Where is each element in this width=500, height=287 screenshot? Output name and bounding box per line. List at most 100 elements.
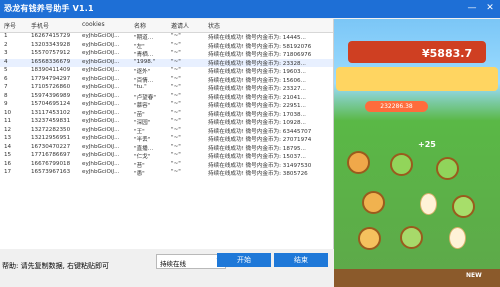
cell-cookies: eyJhbGciOiJ... — [82, 126, 120, 133]
cell-phone: 16267415729 — [31, 33, 71, 39]
cell-index: 15 — [4, 152, 12, 158]
table-row[interactable]: 1 16267415729 eyJhbGciOiJ... "期道... "~" … — [0, 33, 333, 42]
dinosaur-icon — [436, 157, 459, 180]
mode-select[interactable]: 持续在线 ▼ — [156, 254, 226, 269]
start-button[interactable]: 开始 — [217, 253, 271, 267]
cell-cookies: eyJhbGciOiJ... — [82, 160, 120, 167]
footer-controls: 帮助: 请先复制数据, 右键粘贴即可 持续在线 ▼ 开始 结束 — [0, 249, 333, 287]
cell-name: "慕容" — [134, 103, 151, 109]
cell-index: 4 — [4, 58, 8, 65]
table-row[interactable]: 2 13203343928 eyJhbGciOiJ... "左" "~" 持续在… — [0, 42, 333, 51]
cell-name: "仁戈" — [134, 154, 151, 160]
table-row[interactable]: 16 16676799018 eyJhbGciOiJ... "苔" "~" 持续… — [0, 161, 333, 170]
cell-name: "青栖... — [134, 52, 154, 58]
cell-status: 持续在线成功! 微号内金币为: 19603... — [208, 69, 306, 75]
cell-name: "半丢" — [134, 137, 151, 143]
minimize-button[interactable]: — — [464, 1, 480, 16]
help-text: 帮助: 请先复制数据, 右键粘贴即可 — [2, 262, 110, 270]
cell-cookies: eyJhbGciOiJ... — [82, 67, 120, 73]
cell-cookies: eyJhbGciOiJ... — [82, 50, 120, 56]
cell-name: "愚" — [134, 171, 145, 177]
cell-name: "1998." — [134, 58, 156, 65]
cell-inviter: "~" — [171, 143, 181, 150]
cell-cookies: eyJhbGciOiJ... — [82, 118, 120, 124]
cell-index: 6 — [4, 75, 8, 82]
column-header-phone: 手机号 — [31, 23, 50, 30]
table-row[interactable]: 9 15704695124 eyJhbGciOiJ... "慕容" "~" 持续… — [0, 101, 333, 110]
cell-index: 3 — [4, 50, 8, 56]
table-row[interactable]: 10 13117453102 eyJhbGciOiJ... "苗" "~" 持续… — [0, 110, 333, 119]
cell-index: 2 — [4, 41, 8, 48]
cell-index: 13 — [4, 135, 12, 141]
cell-inviter: "~" — [171, 118, 181, 124]
cell-name: "百情... — [134, 77, 154, 84]
table-body: 1 16267415729 eyJhbGciOiJ... "期道... "~" … — [0, 33, 333, 178]
cell-phone: 13117453102 — [31, 109, 71, 116]
cell-index: 8 — [4, 92, 8, 99]
table-row[interactable]: 8 15974396989 eyJhbGciOiJ... "卢望春" "~" 持… — [0, 93, 333, 102]
column-header-inviter: 邀请人 — [171, 23, 190, 30]
cell-index: 5 — [4, 67, 8, 73]
cell-inviter: "~" — [171, 84, 181, 90]
cell-name: "期道... — [134, 35, 154, 41]
table-row[interactable]: 4 16568336679 eyJhbGciOiJ... "1998." "~"… — [0, 58, 333, 67]
cell-index: 9 — [4, 101, 8, 107]
cell-phone: 15704695124 — [31, 101, 71, 107]
cell-cookies: eyJhbGciOiJ... — [82, 41, 120, 48]
cell-cookies: eyJhbGciOiJ... — [82, 109, 120, 116]
cell-phone: 15974396989 — [31, 92, 71, 99]
table-row[interactable]: 17 16573967163 eyJhbGciOiJ... "愚" "~" 持续… — [0, 169, 333, 178]
level-meter: 232286.38 — [365, 101, 428, 112]
table-row[interactable]: 7 17105726860 eyJhbGciOiJ... "tu." "~" 持… — [0, 84, 333, 93]
cell-inviter: "~" — [171, 160, 181, 167]
table-row[interactable]: 11 13237459831 eyJhbGciOiJ... "深园" "~" 持… — [0, 118, 333, 127]
cell-inviter: "~" — [171, 67, 181, 73]
table-row[interactable]: 14 16730470227 eyJhbGciOiJ... "直播... "~"… — [0, 144, 333, 153]
cell-phone: 16568336679 — [31, 58, 71, 65]
cell-index: 11 — [4, 118, 12, 124]
dinosaur-icon — [390, 153, 413, 176]
cell-index: 16 — [4, 160, 12, 167]
column-header-name: 名称 — [134, 23, 147, 30]
cell-inviter: "~" — [171, 41, 181, 48]
cell-phone: 16676799018 — [31, 160, 71, 167]
cell-name: "深园" — [134, 120, 151, 126]
window-title: 恐龙有钱养号助手 V1.1 — [4, 4, 94, 13]
cell-phone: 13203343928 — [31, 41, 71, 48]
end-button[interactable]: 结束 — [274, 253, 328, 267]
cell-cookies: eyJhbGciOiJ... — [82, 58, 120, 65]
cell-inviter: "~" — [171, 101, 181, 107]
cell-status: 持续在线成功! 微号内金币为: 17038... — [208, 111, 306, 118]
cell-status: 持续在线成功! 微号内金币为: 27071974 — [208, 137, 312, 143]
cell-status: 持续在线成功! 微号内金币为: 31497530 — [208, 162, 312, 169]
dinosaur-icon — [347, 151, 370, 174]
table-row[interactable]: 13 13212956951 eyJhbGciOiJ... "半丢" "~" 持… — [0, 135, 333, 144]
column-header-index: 序号 — [4, 23, 17, 30]
dinosaur-icon — [452, 195, 475, 218]
dinosaur-icon — [362, 191, 385, 214]
table-row[interactable]: 15 17716786697 eyJhbGciOiJ... "仁戈" "~" 持… — [0, 152, 333, 161]
cell-status: 持续在线成功! 微号内金币为: 23328... — [208, 60, 306, 67]
close-button[interactable]: ✕ — [482, 1, 498, 16]
cell-name: "王" — [134, 128, 145, 135]
cell-name: "卢望春" — [134, 94, 156, 101]
cell-status: 持续在线成功! 微号内金币为: 71806976 — [208, 52, 312, 58]
cell-cookies: eyJhbGciOiJ... — [82, 152, 120, 158]
dinosaur-grid — [344, 147, 484, 250]
cell-name: "苔" — [134, 162, 145, 169]
cell-status: 持续在线成功! 微号内金币为: 18795... — [208, 145, 306, 152]
column-header-cookies: cookies — [82, 21, 105, 28]
table-row[interactable]: 5 18390411409 eyJhbGciOiJ... "逐外" "~" 持续… — [0, 67, 333, 76]
cell-phone: 17716786697 — [31, 152, 71, 158]
game-action-bar — [336, 67, 498, 91]
table-row[interactable]: 3 15570757912 eyJhbGciOiJ... "青栖... "~" … — [0, 50, 333, 59]
cell-phone: 13212956951 — [31, 135, 71, 141]
table-row[interactable]: 12 13272282350 eyJhbGciOiJ... "王" "~" 持续… — [0, 127, 333, 136]
table-row[interactable]: 6 17794794297 eyJhbGciOiJ... "百情... "~" … — [0, 76, 333, 85]
cell-phone: 15570757912 — [31, 50, 71, 56]
cell-cookies: eyJhbGciOiJ... — [82, 92, 120, 99]
cell-inviter: "~" — [171, 58, 181, 65]
cell-inviter: "~" — [171, 75, 181, 82]
coin-total: ¥5883.7 — [422, 47, 473, 60]
cell-inviter: "~" — [171, 109, 181, 116]
